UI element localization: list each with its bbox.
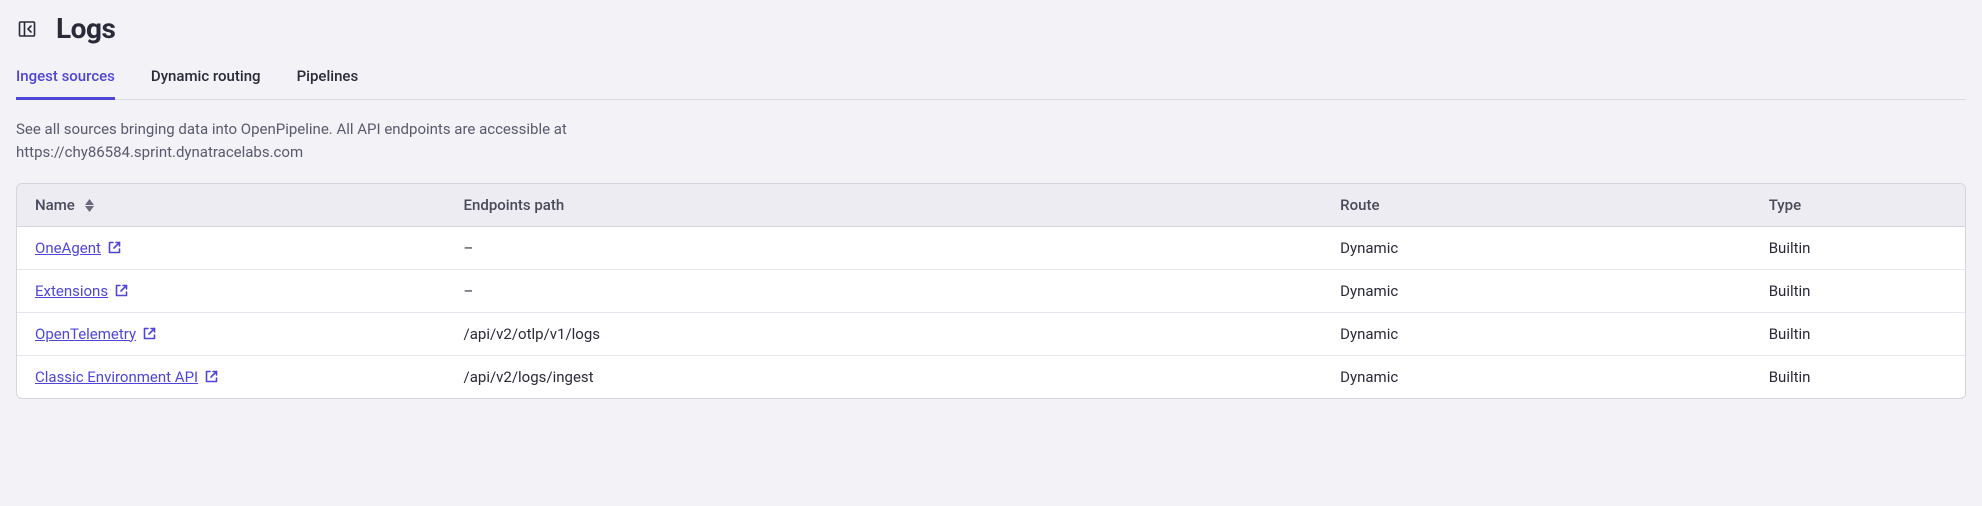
table-row: Classic Environment API/api/v2/logs/inge… xyxy=(17,355,1965,398)
table-row: OpenTelemetry/api/v2/otlp/v1/logsDynamic… xyxy=(17,312,1965,355)
type-cell: Builtin xyxy=(1751,355,1965,398)
column-header-name[interactable]: Name xyxy=(17,184,446,227)
route-cell: Dynamic xyxy=(1322,269,1751,312)
type-cell: Builtin xyxy=(1751,312,1965,355)
ingest-sources-table: Name Endpoints path Route Type OneAgent –… xyxy=(16,183,1966,399)
source-link[interactable]: Extensions xyxy=(35,282,129,300)
tab-dynamic-routing[interactable]: Dynamic routing xyxy=(151,59,261,100)
page-header: Logs xyxy=(16,12,1966,45)
tabs: Ingest sources Dynamic routing Pipelines xyxy=(16,59,1966,100)
column-header-name-label: Name xyxy=(35,196,75,214)
endpoints-path-cell: /api/v2/otlp/v1/logs xyxy=(446,312,1323,355)
source-name: Extensions xyxy=(35,282,108,300)
table-header-row: Name Endpoints path Route Type xyxy=(17,184,1965,227)
endpoints-path-cell: – xyxy=(446,269,1323,312)
source-name: OneAgent xyxy=(35,239,101,257)
collapse-sidebar-button[interactable] xyxy=(16,18,38,40)
source-link[interactable]: Classic Environment API xyxy=(35,368,219,386)
external-link-icon xyxy=(142,326,157,341)
column-header-route[interactable]: Route xyxy=(1322,184,1751,227)
source-name: OpenTelemetry xyxy=(35,325,136,343)
tab-ingest-sources[interactable]: Ingest sources xyxy=(16,59,115,100)
route-cell: Dynamic xyxy=(1322,312,1751,355)
source-name: Classic Environment API xyxy=(35,368,198,386)
column-header-endpoints[interactable]: Endpoints path xyxy=(446,184,1323,227)
external-link-icon xyxy=(204,369,219,384)
description: See all sources bringing data into OpenP… xyxy=(16,118,696,165)
tab-pipelines[interactable]: Pipelines xyxy=(297,59,359,100)
route-cell: Dynamic xyxy=(1322,226,1751,269)
source-link[interactable]: OneAgent xyxy=(35,239,122,257)
external-link-icon xyxy=(114,283,129,298)
panel-collapse-left-icon xyxy=(18,20,36,38)
column-header-type[interactable]: Type xyxy=(1751,184,1965,227)
type-cell: Builtin xyxy=(1751,269,1965,312)
external-link-icon xyxy=(107,240,122,255)
sort-icon xyxy=(85,199,94,212)
table-row: OneAgent –DynamicBuiltin xyxy=(17,226,1965,269)
page-title: Logs xyxy=(56,12,115,45)
route-cell: Dynamic xyxy=(1322,355,1751,398)
table-row: Extensions –DynamicBuiltin xyxy=(17,269,1965,312)
description-line1: See all sources bringing data into OpenP… xyxy=(16,120,567,138)
type-cell: Builtin xyxy=(1751,226,1965,269)
endpoints-path-cell: – xyxy=(446,226,1323,269)
description-line2: https://chy86584.sprint.dynatracelabs.co… xyxy=(16,143,303,161)
endpoints-path-cell: /api/v2/logs/ingest xyxy=(446,355,1323,398)
source-link[interactable]: OpenTelemetry xyxy=(35,325,157,343)
